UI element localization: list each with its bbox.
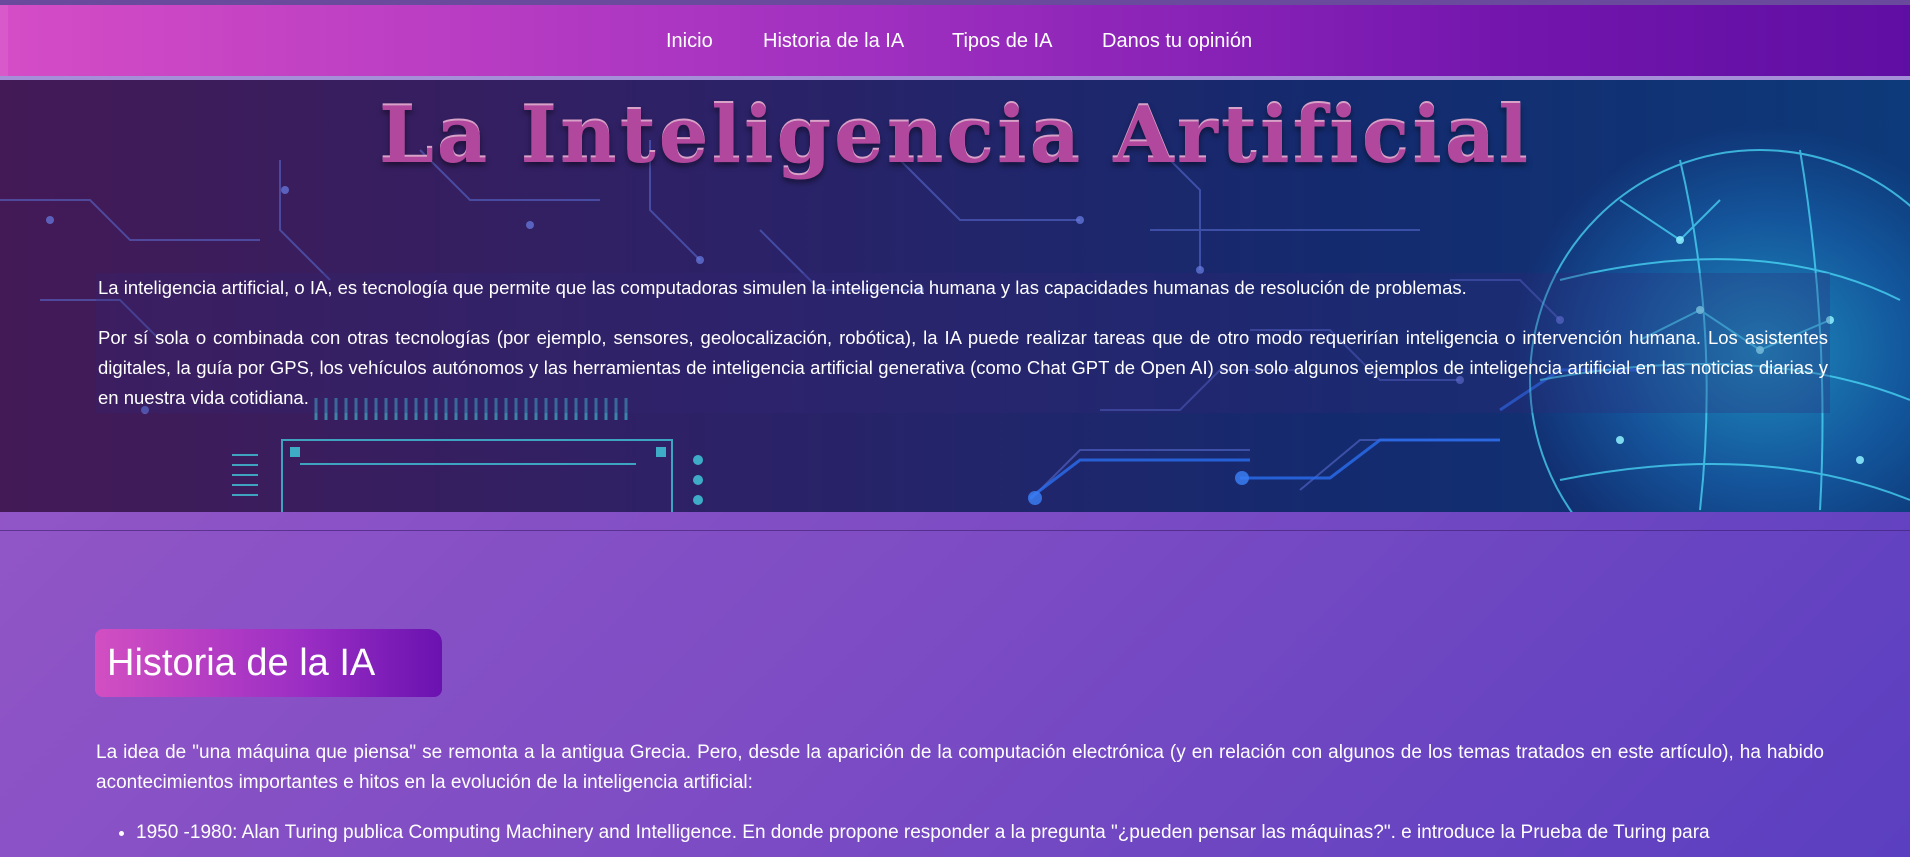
main-navigation: Inicio Historia de la IA Tipos de IA Dan… [0,5,1910,80]
nav-menu: Inicio Historia de la IA Tipos de IA Dan… [0,5,1910,76]
nav-item-tipos[interactable]: Tipos de IA [952,29,1052,53]
list-item: 1950 -1980: Alan Turing publica Computin… [136,818,1824,848]
hero-paragraph-1: La inteligencia artificial, o IA, es tec… [98,277,1467,298]
historia-timeline: 1950 -1980: Alan Turing publica Computin… [96,818,1824,848]
nav-item-opinion[interactable]: Danos tu opinión [1102,29,1252,53]
hero-paragraph-2: Por sí sola o combinada con otras tecnol… [98,327,1828,408]
page-title: La Inteligencia Artificial [378,90,1532,181]
historia-intro: La idea de "una máquina que piensa" se r… [96,742,1824,793]
section-title-historia: Historia de la IA [95,629,442,697]
hero-banner: La Inteligencia Artificial La inteligenc… [0,80,1910,512]
historia-content: La idea de "una máquina que piensa" se r… [96,738,1824,848]
nav-item-inicio[interactable]: Inicio [666,29,713,53]
nav-item-historia[interactable]: Historia de la IA [763,29,904,53]
hero-intro: La inteligencia artificial, o IA, es tec… [96,273,1830,413]
section-divider [0,530,1910,531]
